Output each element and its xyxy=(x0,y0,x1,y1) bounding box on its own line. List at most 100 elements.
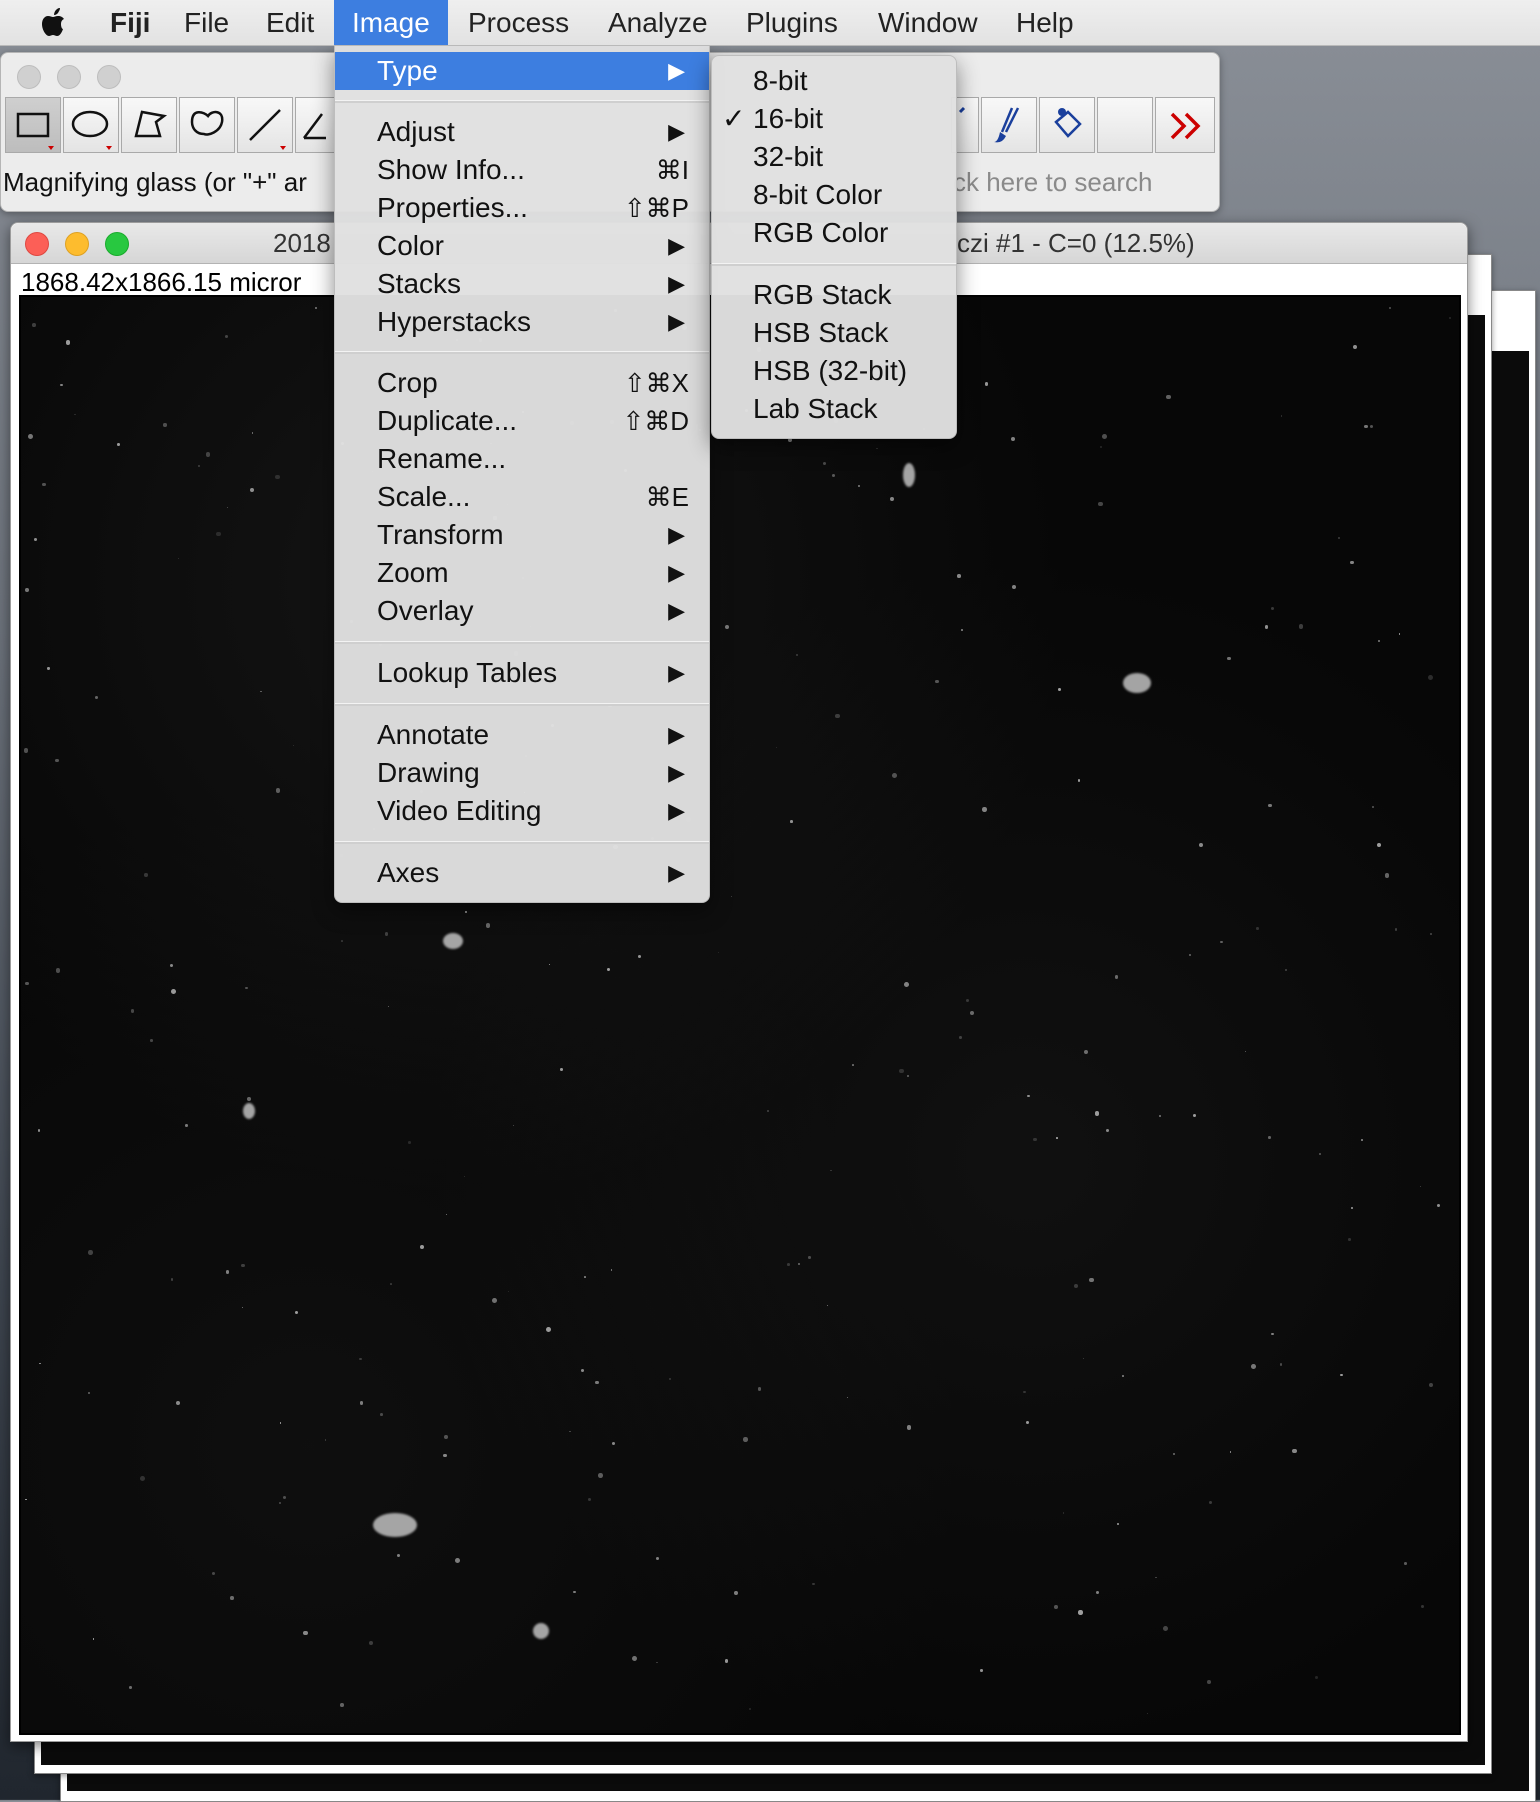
image-speck xyxy=(1351,1206,1354,1210)
image-speck xyxy=(724,625,729,630)
image-menu-item-duplicate[interactable]: Duplicate... ⇧⌘D xyxy=(335,402,709,440)
image-speck xyxy=(303,1630,308,1636)
close-button[interactable] xyxy=(25,232,49,256)
menu-image[interactable]: Image xyxy=(334,0,448,45)
menu-analyze[interactable]: Analyze xyxy=(590,0,726,45)
image-speck xyxy=(1361,1138,1363,1141)
image-menu-item-stacks[interactable]: Stacks ▶ xyxy=(335,265,709,303)
flood-fill-tool-button[interactable] xyxy=(1039,97,1095,153)
image-menu-item-type[interactable]: Type ▶ xyxy=(335,52,709,90)
image-speck xyxy=(275,474,281,480)
submenu-arrow-icon: ▶ xyxy=(668,660,685,685)
type-menu-item-lab-stack[interactable]: Lab Stack xyxy=(712,390,956,428)
submenu-arrow-icon: ▶ xyxy=(668,522,685,547)
image-speck xyxy=(827,1305,829,1307)
image-menu-item-scale[interactable]: Scale... ⌘E xyxy=(335,478,709,516)
image-speck xyxy=(767,1110,770,1113)
toolbar-minimize-button[interactable] xyxy=(57,65,81,89)
image-speck xyxy=(730,895,733,898)
image-speck xyxy=(507,1291,509,1293)
image-speck xyxy=(485,922,491,928)
image-menu-item-lookup-tables[interactable]: Lookup Tables ▶ xyxy=(335,654,709,692)
image-speck xyxy=(852,1064,854,1066)
type-menu-item-16-bit[interactable]: ✓ 16-bit xyxy=(712,100,956,138)
type-menu-item-32-bit[interactable]: 32-bit xyxy=(712,138,956,176)
menu-help[interactable]: Help xyxy=(998,0,1092,45)
image-speck xyxy=(56,968,61,973)
toolbar-zoom-button[interactable] xyxy=(97,65,121,89)
freehand-tool-button[interactable] xyxy=(179,97,235,153)
image-speck xyxy=(420,1245,425,1250)
image-speck xyxy=(807,1256,811,1260)
image-menu-item-zoom[interactable]: Zoom ▶ xyxy=(335,554,709,592)
minimize-button[interactable] xyxy=(65,232,89,256)
image-speck xyxy=(25,1498,27,1501)
image-speck xyxy=(341,940,343,942)
menu-edit[interactable]: Edit xyxy=(248,0,332,45)
brush-icon xyxy=(994,107,1020,143)
image-menu-item-crop[interactable]: Crop ⇧⌘X xyxy=(335,364,709,402)
more-tools-button[interactable] xyxy=(1155,97,1215,153)
menu-process[interactable]: Process xyxy=(450,0,587,45)
image-speck xyxy=(1314,1675,1318,1680)
image-menu-item-axes[interactable]: Axes ▶ xyxy=(335,854,709,892)
apple-icon[interactable] xyxy=(38,6,72,40)
zoom-button[interactable] xyxy=(105,232,129,256)
image-speck xyxy=(1377,639,1380,642)
menu-fiji[interactable]: Fiji xyxy=(92,0,168,45)
type-menu-item-hsb-32-bit[interactable]: HSB (32-bit) xyxy=(712,352,956,390)
submenu-arrow-icon: ▶ xyxy=(668,119,685,144)
type-menu-item-hsb-stack[interactable]: HSB Stack xyxy=(712,314,956,352)
angle-tool-button[interactable] xyxy=(295,97,335,153)
image-menu-item-rename[interactable]: Rename... xyxy=(335,440,709,478)
brush-tool-button[interactable] xyxy=(981,97,1037,153)
image-speck xyxy=(1285,969,1288,972)
image-speck xyxy=(656,1661,658,1664)
image-menu-item-properties[interactable]: Properties... ⇧⌘P xyxy=(335,189,709,227)
menu-file[interactable]: File xyxy=(166,0,247,45)
image-speck xyxy=(1206,1679,1211,1684)
image-speck xyxy=(60,383,63,386)
submenu-arrow-icon: ▶ xyxy=(668,722,685,747)
type-menu-item-rgb-stack[interactable]: RGB Stack xyxy=(712,276,956,314)
image-speck xyxy=(39,1362,41,1365)
image-menu-item-overlay[interactable]: Overlay ▶ xyxy=(335,592,709,630)
image-menu-item-transform[interactable]: Transform ▶ xyxy=(335,516,709,554)
search-hint[interactable]: ck here to search xyxy=(953,167,1152,198)
line-tool-button[interactable] xyxy=(237,97,293,153)
image-speck xyxy=(117,443,120,446)
type-menu-item-8-bit-color[interactable]: 8-bit Color xyxy=(712,176,956,214)
image-menu-item-annotate[interactable]: Annotate ▶ xyxy=(335,716,709,754)
menu-item-label: Color xyxy=(377,230,444,261)
image-speck xyxy=(1280,415,1283,417)
image-menu-item-drawing[interactable]: Drawing ▶ xyxy=(335,754,709,792)
menu-window[interactable]: Window xyxy=(860,0,996,45)
image-speck xyxy=(795,653,799,657)
image-speck xyxy=(1078,1610,1083,1615)
image-speck xyxy=(1430,933,1433,936)
image-speck xyxy=(1421,1604,1425,1608)
image-dimensions-info: 1868.42x1866.15 micror xyxy=(21,267,302,297)
type-menu-item-8-bit[interactable]: 8-bit xyxy=(712,62,956,100)
image-speck xyxy=(1077,779,1081,783)
type-menu-item-rgb-color[interactable]: RGB Color xyxy=(712,214,956,252)
menu-plugins[interactable]: Plugins xyxy=(728,0,856,45)
menu-item-label: HSB Stack xyxy=(753,317,889,348)
image-canvas[interactable] xyxy=(19,295,1461,1735)
image-speck xyxy=(1348,1237,1352,1241)
image-speck xyxy=(959,1035,963,1039)
polygon-tool-button[interactable] xyxy=(121,97,177,153)
rectangle-tool-button[interactable] xyxy=(5,97,61,153)
toolbar-close-button[interactable] xyxy=(17,65,41,89)
image-menu-item-show-info[interactable]: Show Info... ⌘I xyxy=(335,151,709,189)
image-speck xyxy=(25,587,29,592)
image-menu-item-color[interactable]: Color ▶ xyxy=(335,227,709,265)
menu-item-label: Video Editing xyxy=(377,795,542,826)
image-menu-item-video-editing[interactable]: Video Editing ▶ xyxy=(335,792,709,830)
image-menu-item-adjust[interactable]: Adjust ▶ xyxy=(335,113,709,151)
image-speck xyxy=(569,1430,571,1433)
oval-tool-button[interactable] xyxy=(63,97,119,153)
image-speck xyxy=(717,951,719,953)
image-menu-item-hyperstacks[interactable]: Hyperstacks ▶ xyxy=(335,303,709,341)
image-speck xyxy=(775,746,778,749)
